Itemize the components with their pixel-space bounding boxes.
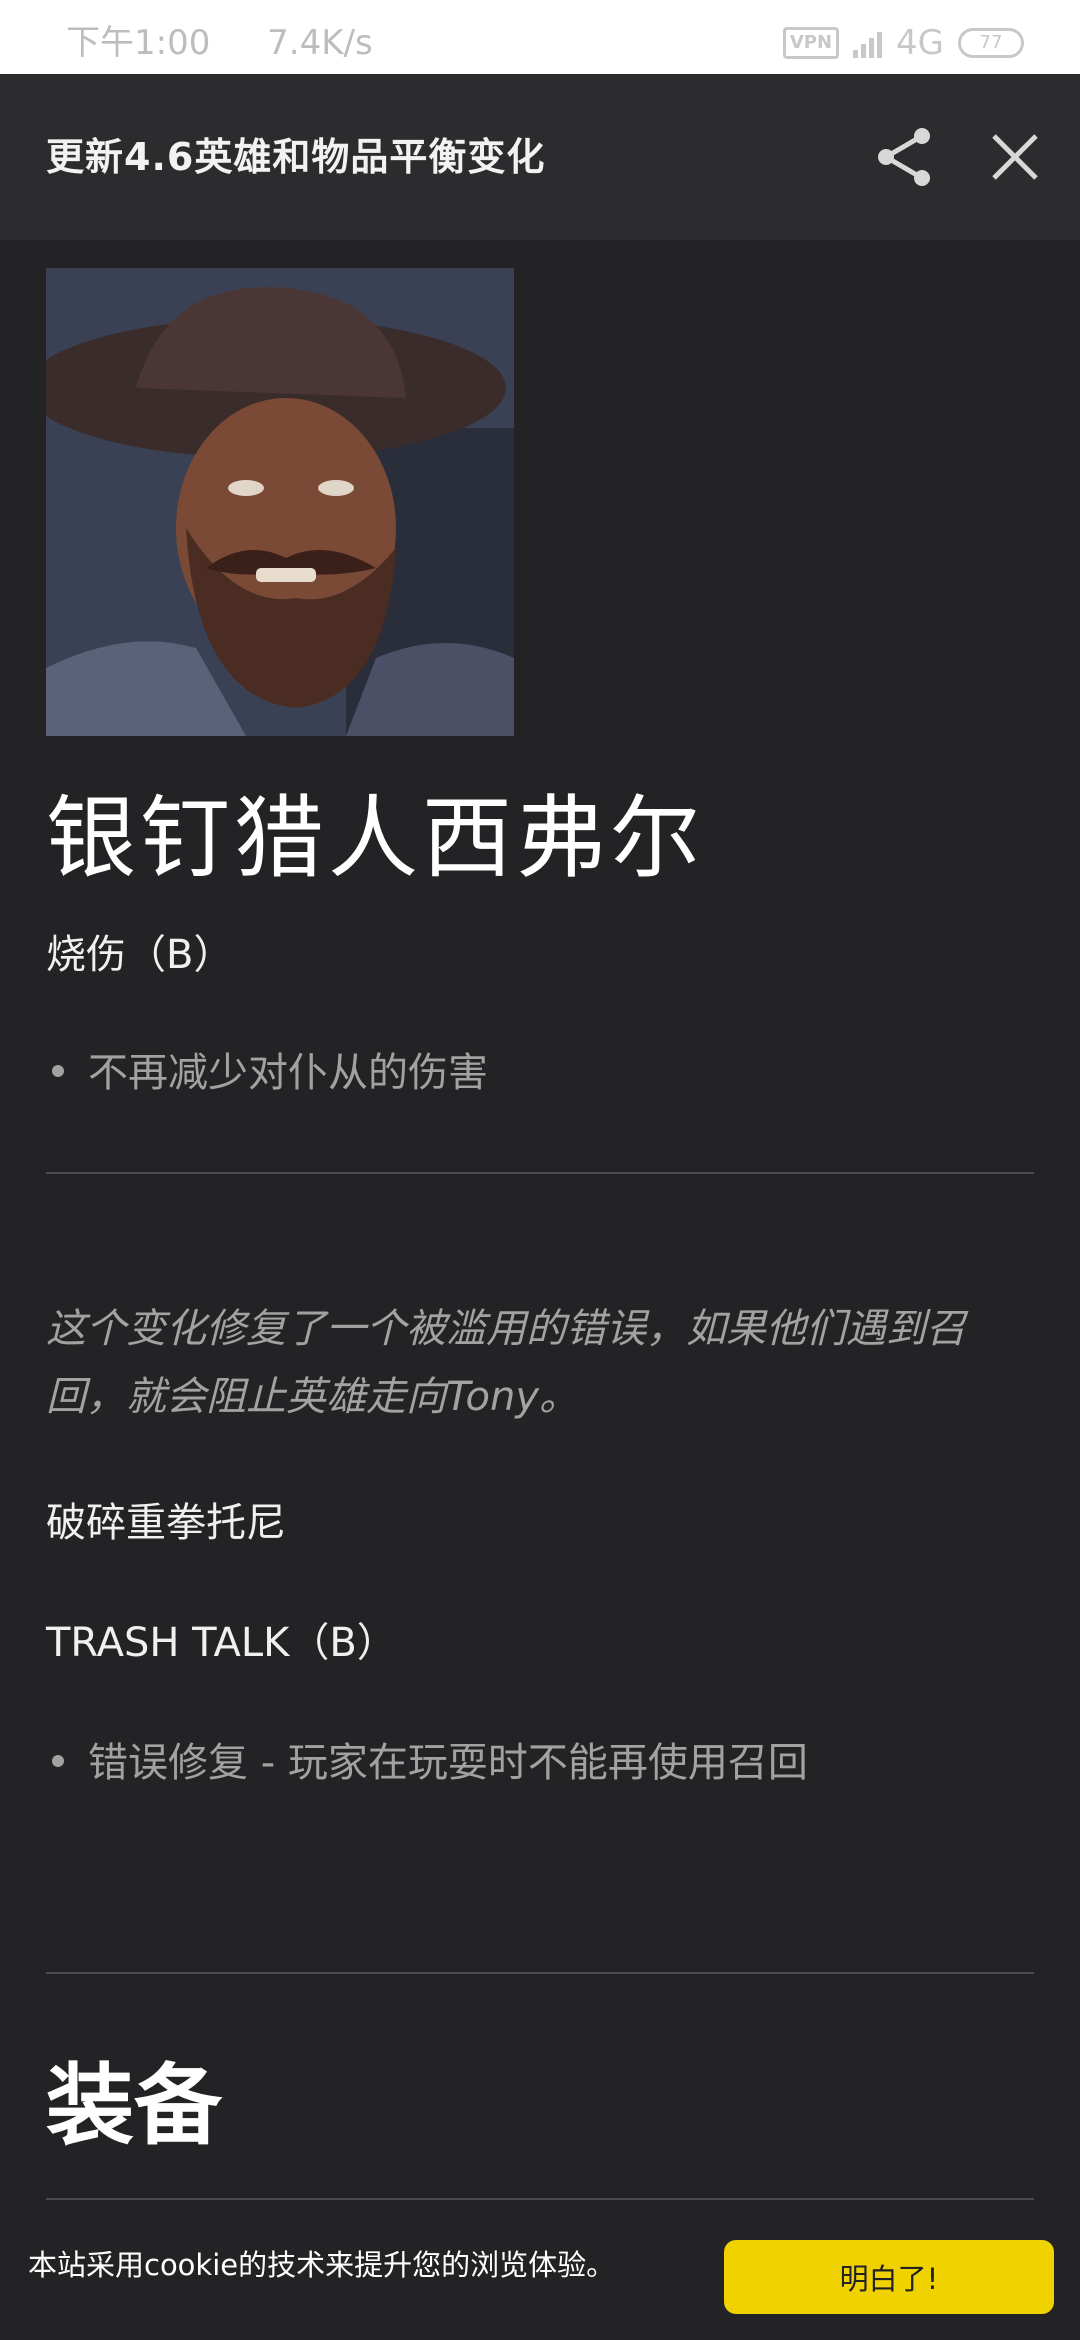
status-speed: 7.4K/s (267, 23, 373, 63)
page-title: 更新4.6英雄和物品平衡变化 (46, 135, 546, 179)
hero-name-2: 破碎重拳托尼 (46, 1500, 286, 1546)
close-button[interactable] (982, 124, 1048, 190)
section-title: 装备 (46, 2054, 223, 2157)
share-button[interactable] (872, 124, 938, 190)
status-bar: 下午1:00 7.4K/s VPN 4G 77 (0, 0, 1080, 74)
ability-title-2: TRASH TALK（B） (46, 1620, 397, 1666)
ability-title: 烧伤（B） (46, 932, 234, 978)
signal-icon (853, 28, 883, 58)
divider (46, 1972, 1034, 1974)
network-label: 4G (896, 23, 944, 63)
cookie-banner: 本站采用cookie的技术来提升您的浏览体验。 明白了! (0, 2200, 1080, 2340)
cookie-message: 本站采用cookie的技术来提升您的浏览体验。 (28, 2248, 616, 2282)
change-bullet-2: 错误修复 - 玩家在玩耍时不能再使用召回 (52, 1730, 808, 1788)
change-bullet: 不再减少对仆从的伤害 (52, 1040, 488, 1098)
dev-note: 这个变化修复了一个被滥用的错误，如果他们遇到召回，就会阻止英雄走向Tony。 (46, 1306, 966, 1420)
status-time: 下午1:00 (66, 23, 211, 63)
battery-icon: 77 (958, 28, 1024, 58)
hero-portrait (46, 268, 514, 736)
accept-cookie-button[interactable]: 明白了! (724, 2240, 1054, 2314)
article-header: 更新4.6英雄和物品平衡变化 (0, 74, 1080, 240)
hero-name: 银钉猎人西弗尔 (46, 786, 704, 891)
vpn-icon: VPN (782, 27, 840, 59)
share-icon (878, 128, 930, 186)
divider (46, 1172, 1034, 1174)
close-icon (992, 134, 1038, 180)
